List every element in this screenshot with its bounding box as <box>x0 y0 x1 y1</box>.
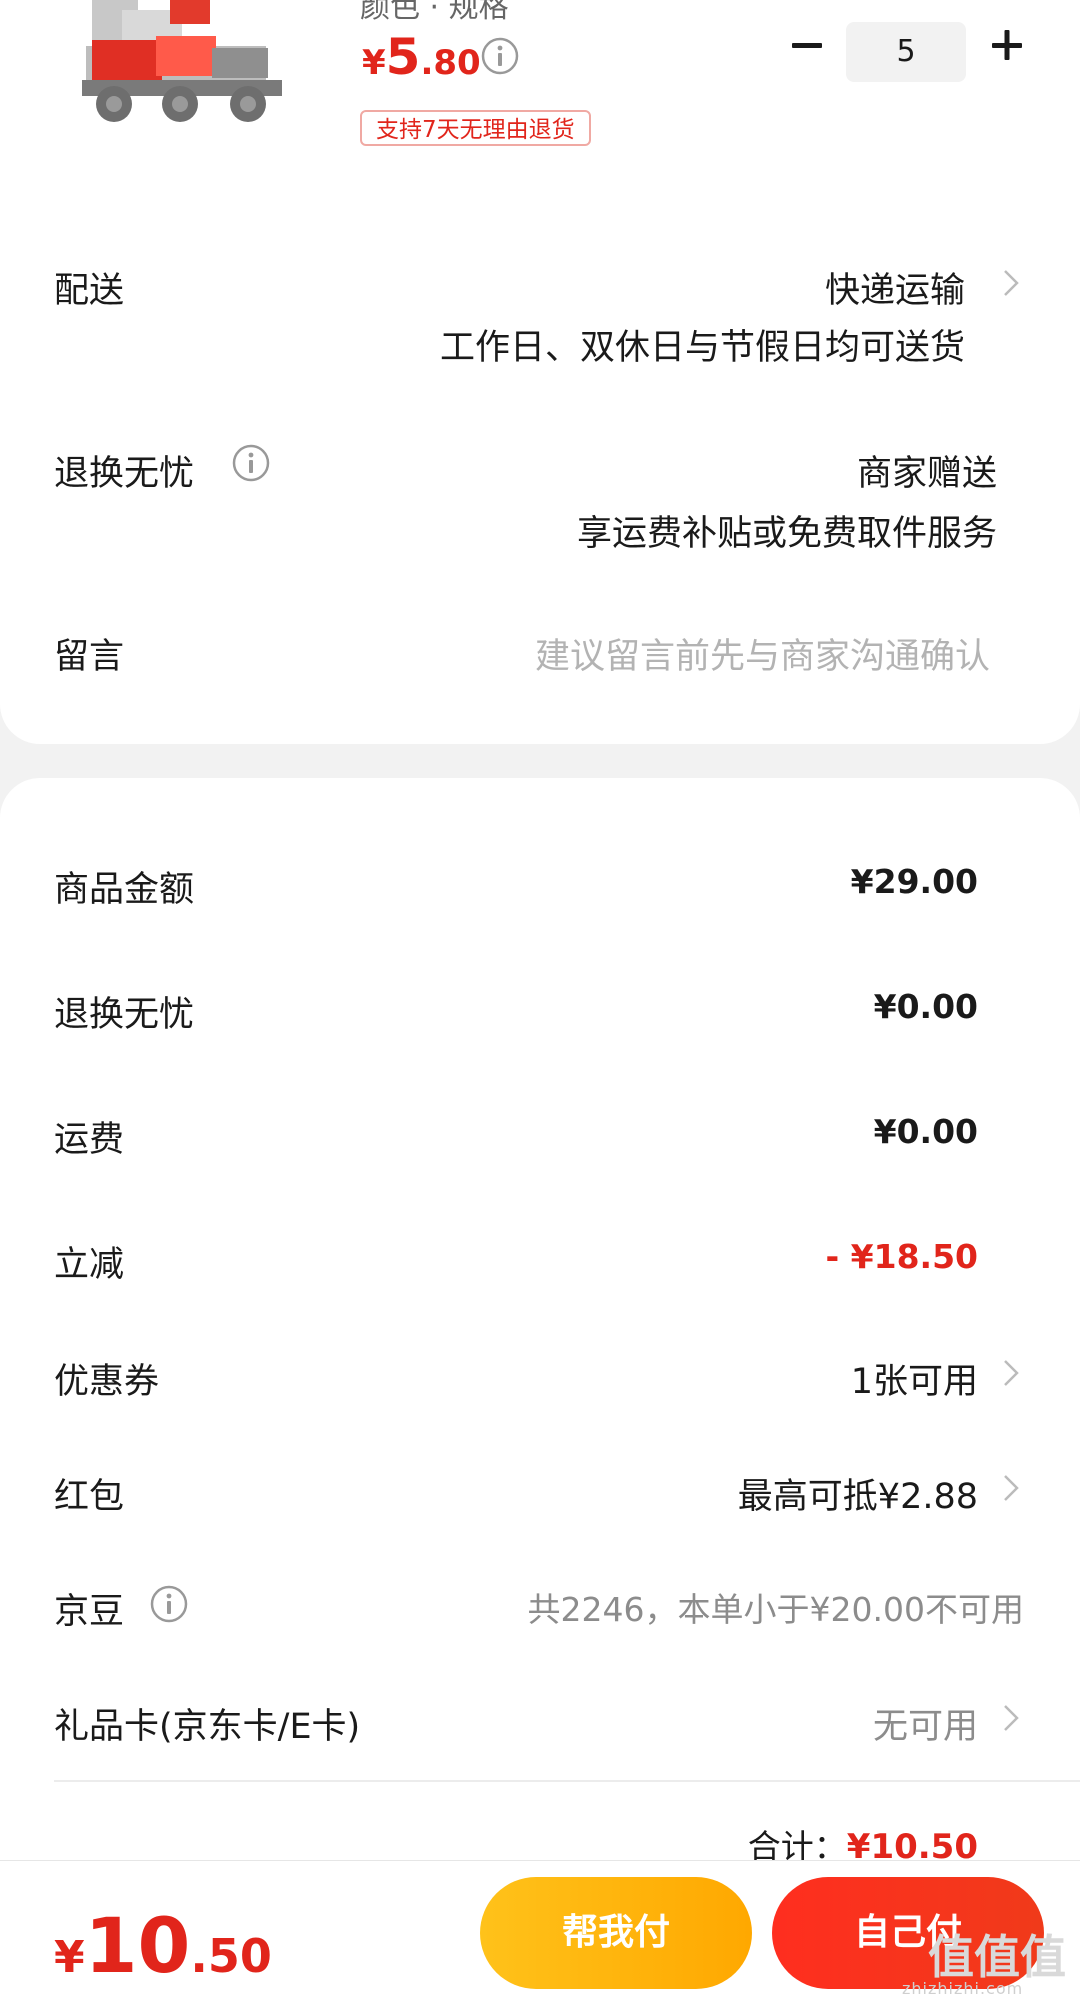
shipping-value: ¥0.00 <box>873 1112 978 1151</box>
price-currency: ¥ <box>362 43 386 83</box>
info-icon[interactable] <box>480 36 520 76</box>
goods-amount-label: 商品金额 <box>54 870 195 910</box>
return-service-detail: 享运费补贴或免费取件服务 <box>576 514 997 554</box>
order-item-card: 颜色 · 规格 ¥5.80 支持7天无理由退货 5 配送 快递运输 工作日、双休… <box>0 0 1080 744</box>
redpacket-value[interactable]: 最高可抵¥2.88 <box>738 1468 978 1519</box>
goods-amount-value: ¥29.00 <box>850 862 978 901</box>
product-image[interactable] <box>52 0 298 188</box>
price-integer: 5 <box>385 28 421 86</box>
payable-decimal: .50 <box>190 1929 272 1983</box>
product-spec: 颜色 · 规格 <box>360 0 509 25</box>
chevron-right-icon[interactable] <box>1000 1701 1022 1735</box>
jingdou-value: 共2246，本单小于¥20.00不可用 <box>527 1590 1024 1629</box>
payable-amount: ¥10.50 <box>54 1901 272 1990</box>
toy-fire-truck-image <box>52 0 298 188</box>
site-watermark-url: zhizhizhi.com <box>902 1979 1024 1998</box>
payable-currency: ¥ <box>54 1932 85 1983</box>
return-service-value: 商家赠送 <box>856 454 997 494</box>
redpacket-label: 红包 <box>54 1477 125 1517</box>
quantity-input[interactable]: 5 <box>846 22 966 82</box>
coupon-value[interactable]: 1张可用 <box>851 1353 978 1404</box>
minus-icon[interactable] <box>784 22 830 68</box>
coupon-label: 优惠券 <box>54 1362 160 1402</box>
payable-integer: 10 <box>84 1901 191 1990</box>
delivery-detail: 工作日、双休日与节假日均可送货 <box>439 328 965 368</box>
chevron-right-icon[interactable] <box>1000 266 1022 300</box>
discount-value: - ¥18.50 <box>825 1237 978 1276</box>
checkout-bar: ¥10.50 帮我付 自己付 值值值 zhizhizhi.com <box>0 1860 1080 2015</box>
chevron-right-icon[interactable] <box>1000 1471 1022 1505</box>
help-me-pay-button[interactable]: 帮我付 <box>480 1877 752 1989</box>
return-fee-label: 退换无忧 <box>54 995 195 1035</box>
chevron-right-icon[interactable] <box>1000 1356 1022 1390</box>
giftcard-label: 礼品卡(京东卡/E卡) <box>54 1707 361 1747</box>
unit-price: ¥5.80 <box>362 28 481 86</box>
delivery-method[interactable]: 快递运输 <box>825 262 965 313</box>
price-decimal: .80 <box>420 43 481 83</box>
site-watermark: 值值值 <box>928 1930 1066 1984</box>
jingdou-label: 京豆 <box>54 1592 125 1632</box>
info-icon[interactable] <box>231 443 271 483</box>
info-icon[interactable] <box>149 1584 189 1624</box>
shipping-label: 运费 <box>54 1120 125 1160</box>
giftcard-value[interactable]: 无可用 <box>873 1698 978 1749</box>
return-service-label: 退换无忧 <box>54 454 195 494</box>
return-fee-value: ¥0.00 <box>873 987 978 1026</box>
message-input[interactable]: 建议留言前先与商家沟通确认 <box>535 628 990 679</box>
discount-label: 立减 <box>54 1245 125 1285</box>
return-policy-badge: 支持7天无理由退货 <box>360 110 591 146</box>
delivery-label: 配送 <box>54 271 125 311</box>
summary-divider <box>54 1780 1080 1782</box>
plus-icon[interactable] <box>984 22 1030 68</box>
message-label: 留言 <box>54 637 125 677</box>
